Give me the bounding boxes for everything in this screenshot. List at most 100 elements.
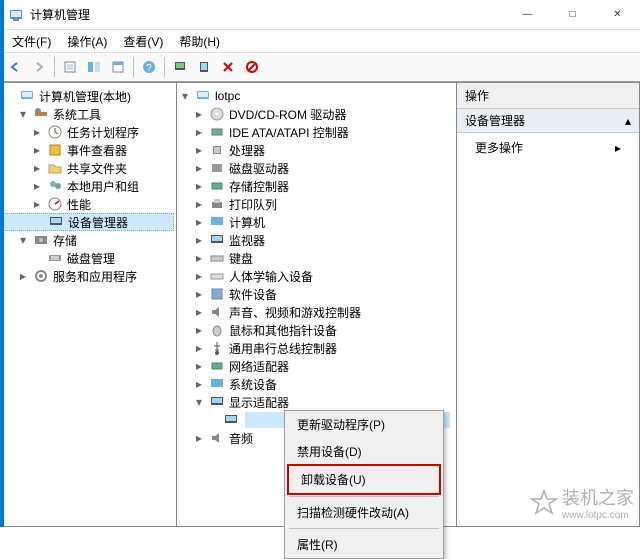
expand-icon[interactable]: ▾ [17,107,29,122]
services-icon [33,268,49,284]
device-disk[interactable]: ▸磁盘驱动器 [179,159,454,177]
storage-ctrl-icon [209,178,225,194]
printer-icon [209,196,225,212]
up-button[interactable] [59,56,81,78]
cm-scan-hardware[interactable]: 扫描检测硬件改动(A) [285,499,443,526]
device-keyboard[interactable]: ▸键盘 [179,249,454,267]
actions-group[interactable]: 设备管理器 ▴ [457,109,639,133]
tree-root[interactable]: 计算机管理(本地) [3,87,174,105]
menu-bar: 文件(F) 操作(A) 查看(V) 帮助(H) [0,30,640,52]
cm-disable-device[interactable]: 禁用设备(D) [285,438,443,465]
menu-view[interactable]: 查看(V) [115,31,171,52]
menu-help[interactable]: 帮助(H) [171,31,228,52]
expand-icon[interactable]: ▸ [193,143,205,158]
maximize-button[interactable]: □ [550,0,595,30]
display-icon [209,394,225,410]
audio-icon [209,430,225,446]
back-button[interactable] [4,56,26,78]
users-icon [47,178,63,194]
expand-icon[interactable]: ▸ [193,287,205,302]
forward-button[interactable] [28,56,50,78]
device-ide[interactable]: ▸IDE ATA/ATAPI 控制器 [179,123,454,141]
expand-icon[interactable]: ▸ [193,377,205,392]
tree-local-users[interactable]: ▸本地用户和组 [3,177,174,195]
expand-icon[interactable]: ▸ [31,125,43,140]
menu-action[interactable]: 操作(A) [59,31,115,52]
keyboard-icon [209,250,225,266]
tree-system-tools[interactable]: ▾系统工具 [3,105,174,123]
tree-shared-folders[interactable]: ▸共享文件夹 [3,159,174,177]
expand-icon[interactable]: ▸ [193,305,205,320]
device-button[interactable] [193,56,215,78]
collapse-icon[interactable]: ▴ [625,114,631,128]
device-software[interactable]: ▸软件设备 [179,285,454,303]
perf-icon [47,196,63,212]
expand-icon[interactable]: ▾ [179,89,191,104]
tree-task-scheduler[interactable]: ▸任务计划程序 [3,123,174,141]
device-hid[interactable]: ▸人体学输入设备 [179,267,454,285]
uninstall-button[interactable] [217,56,239,78]
computer-icon [195,88,211,104]
tree-disk-management[interactable]: 磁盘管理 [3,249,174,267]
show-hide-button[interactable] [83,56,105,78]
cm-update-driver[interactable]: 更新驱动程序(P) [285,411,443,438]
help-button[interactable]: ? [138,56,160,78]
dvd-icon [209,106,225,122]
expand-icon[interactable]: ▸ [193,359,205,374]
tree-device-manager[interactable]: 设备管理器 [3,213,174,231]
expand-icon[interactable]: ▸ [193,323,205,338]
expand-icon[interactable]: ▸ [17,269,29,284]
expand-icon[interactable]: ▸ [193,125,205,140]
device-root[interactable]: ▾lotpc [179,87,454,105]
expand-icon[interactable]: ▸ [31,161,43,176]
computer-icon [19,88,35,104]
expand-icon[interactable]: ▸ [193,251,205,266]
event-icon [47,142,63,158]
usb-icon [209,340,225,356]
minimize-button[interactable]: — [505,0,550,30]
expand-icon[interactable]: ▸ [193,107,205,122]
scan-button[interactable] [169,56,191,78]
disable-button[interactable] [241,56,263,78]
expand-icon[interactable]: ▸ [31,143,43,158]
close-button[interactable]: ✕ [595,0,640,30]
expand-icon[interactable]: ▸ [193,233,205,248]
expand-icon[interactable]: ▾ [17,233,29,248]
device-display[interactable]: ▾显示适配器 [179,393,454,411]
expand-icon[interactable]: ▸ [193,341,205,356]
device-sound[interactable]: ▸声音、视频和游戏控制器 [179,303,454,321]
monitor-icon [209,232,225,248]
expand-icon[interactable]: ▾ [193,395,205,410]
tree-services[interactable]: ▸服务和应用程序 [3,267,174,285]
device-network[interactable]: ▸网络适配器 [179,357,454,375]
folder-icon [47,160,63,176]
device-monitor[interactable]: ▸监视器 [179,231,454,249]
tree-event-viewer[interactable]: ▸事件查看器 [3,141,174,159]
menu-file[interactable]: 文件(F) [4,31,59,52]
device-system[interactable]: ▸系统设备 [179,375,454,393]
expand-icon[interactable]: ▸ [193,431,205,446]
expand-icon[interactable]: ▸ [193,269,205,284]
tree-performance[interactable]: ▸性能 [3,195,174,213]
device-storage[interactable]: ▸存储控制器 [179,177,454,195]
properties-button[interactable] [107,56,129,78]
cm-uninstall-device[interactable]: 卸载设备(U) [287,464,441,495]
device-printq[interactable]: ▸打印队列 [179,195,454,213]
expand-icon[interactable]: ▸ [193,179,205,194]
navigation-tree[interactable]: 计算机管理(本地) ▾系统工具 ▸任务计划程序 ▸事件查看器 ▸共享文件夹 ▸本… [0,82,176,527]
device-computer[interactable]: ▸计算机 [179,213,454,231]
device-mouse[interactable]: ▸鼠标和其他指针设备 [179,321,454,339]
tree-storage[interactable]: ▾存储 [3,231,174,249]
computer-icon [209,214,225,230]
actions-more[interactable]: 更多操作 ▸ [457,133,639,162]
window-title: 计算机管理 [30,6,505,23]
expand-icon[interactable]: ▸ [31,179,43,194]
expand-icon[interactable]: ▸ [193,215,205,230]
expand-icon[interactable]: ▸ [193,197,205,212]
cm-properties[interactable]: 属性(R) [285,531,443,558]
expand-icon[interactable]: ▸ [193,161,205,176]
device-cpu[interactable]: ▸处理器 [179,141,454,159]
device-usb[interactable]: ▸通用串行总线控制器 [179,339,454,357]
device-dvd[interactable]: ▸DVD/CD-ROM 驱动器 [179,105,454,123]
expand-icon[interactable]: ▸ [31,197,43,212]
